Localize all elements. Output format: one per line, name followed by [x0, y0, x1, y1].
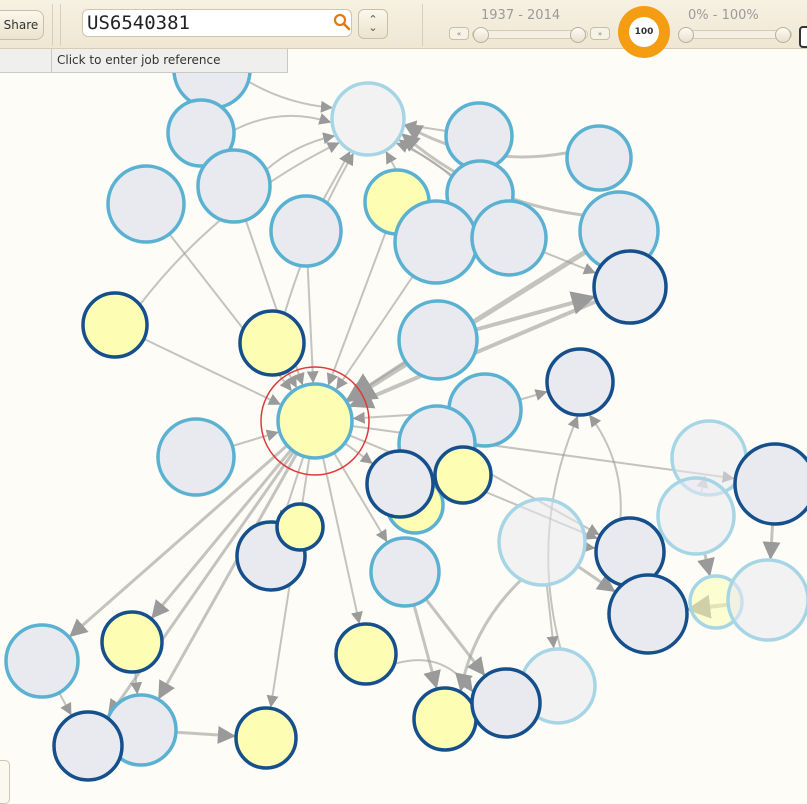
- patent-node[interactable]: [269, 194, 343, 268]
- patent-node[interactable]: [156, 417, 236, 497]
- patent-node[interactable]: [607, 573, 689, 655]
- patent-node[interactable]: [52, 710, 124, 782]
- citation-edge: [233, 113, 332, 132]
- citation-edge: [322, 151, 351, 201]
- patent-node[interactable]: [369, 536, 441, 608]
- job-reference-bar[interactable]: Click to enter job reference: [0, 49, 288, 73]
- relevance-gauge: 100: [618, 6, 670, 58]
- citation-edge: [326, 231, 387, 386]
- patent-node[interactable]: [106, 164, 186, 244]
- patent-node[interactable]: [275, 502, 325, 552]
- citation-edge: [412, 604, 441, 689]
- year-range-label: 1937 - 2014: [481, 8, 561, 23]
- citation-edge: [306, 265, 319, 384]
- citation-edge: [247, 80, 333, 113]
- citation-edge: [265, 132, 336, 171]
- search-icon[interactable]: [333, 13, 351, 31]
- panel-toggle-button[interactable]: [799, 26, 807, 48]
- patent-node[interactable]: [412, 686, 478, 752]
- percent-end-handle[interactable]: [775, 27, 791, 43]
- job-reference-spacer: [0, 49, 52, 72]
- year-end-handle[interactable]: [570, 27, 586, 43]
- patent-node[interactable]: [238, 309, 306, 377]
- citation-edge: [321, 456, 363, 624]
- patent-node[interactable]: [4, 623, 80, 699]
- job-reference-label[interactable]: Click to enter job reference: [57, 53, 221, 67]
- patent-node[interactable]: [656, 476, 736, 556]
- citation-edge: [232, 429, 279, 447]
- patent-node[interactable]: [365, 449, 435, 519]
- patent-node[interactable]: [330, 81, 406, 157]
- year-start-handle[interactable]: [473, 27, 489, 43]
- gauge-value: 100: [629, 17, 659, 47]
- patent-node[interactable]: [470, 199, 548, 277]
- citation-edge: [762, 523, 781, 560]
- citation-edge: [519, 389, 548, 401]
- percent-start-handle[interactable]: [678, 27, 694, 43]
- patent-node[interactable]: [433, 445, 493, 505]
- citation-edge: [475, 291, 596, 332]
- double-chevron-right-icon[interactable]: »: [590, 27, 610, 40]
- patent-node[interactable]: [334, 622, 398, 686]
- patent-node[interactable]: [234, 706, 298, 770]
- citation-edge: [589, 414, 622, 520]
- citation-edge: [175, 725, 236, 744]
- patent-node[interactable]: [592, 249, 668, 325]
- patent-node[interactable]: [545, 347, 615, 417]
- patent-node[interactable]: [726, 558, 807, 642]
- patent-search-input[interactable]: [82, 9, 352, 37]
- patent-node[interactable]: [196, 148, 272, 224]
- share-button[interactable]: Share: [0, 10, 44, 40]
- double-chevron-left-icon[interactable]: «: [449, 27, 469, 40]
- percent-range-label: 0% - 100%: [688, 8, 759, 23]
- citation-graph[interactable]: [0, 0, 807, 802]
- citation-edge: [58, 692, 72, 716]
- patent-node[interactable]: [733, 442, 807, 526]
- up-down-chevron-icon[interactable]: ⌃ ⌄: [358, 9, 388, 39]
- patent-node[interactable]: [100, 610, 164, 674]
- patent-node[interactable]: [393, 199, 479, 285]
- patent-node[interactable]: [81, 291, 149, 359]
- patent-node[interactable]: [444, 101, 514, 171]
- toolbar: Share ⌃⌄ 1937 - 2014 « » 100 0% - 100%: [0, 0, 807, 58]
- patent-node[interactable]: [565, 124, 633, 192]
- side-panel-tab[interactable]: [0, 760, 10, 804]
- patent-node[interactable]: [397, 299, 479, 381]
- patent-node[interactable]: [470, 667, 542, 739]
- patent-node[interactable]: [497, 497, 587, 587]
- citation-edge: [697, 552, 715, 577]
- patent-node[interactable]: [276, 382, 354, 460]
